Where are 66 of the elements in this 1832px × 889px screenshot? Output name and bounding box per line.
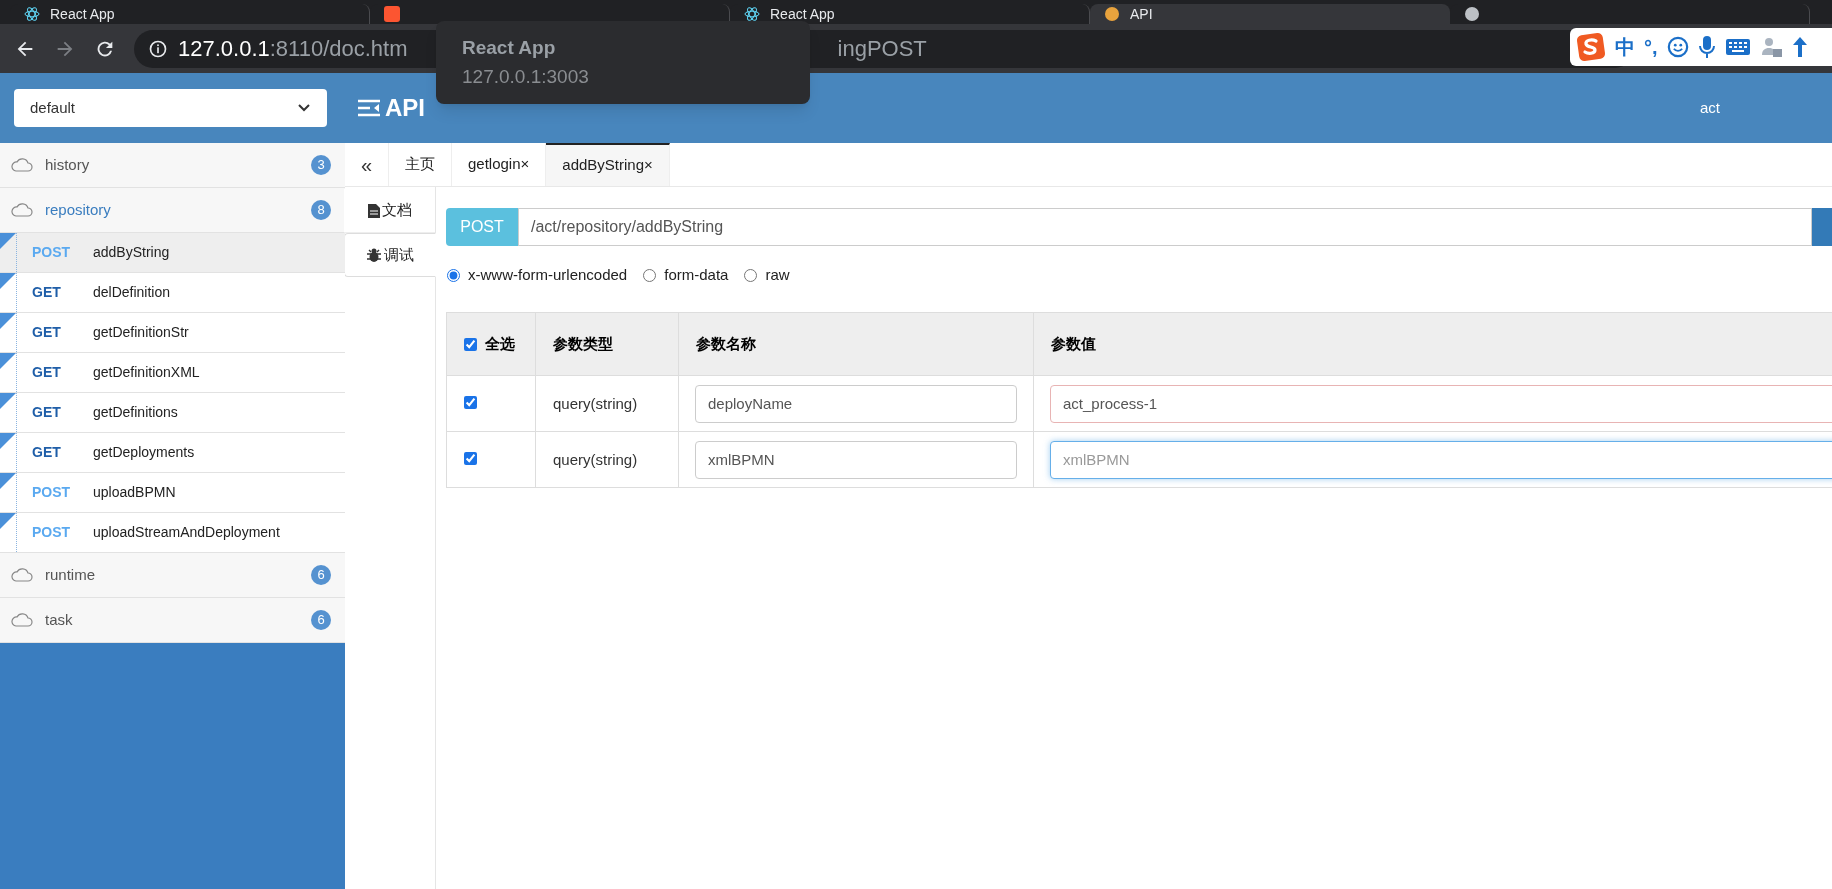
group-name: history bbox=[45, 154, 90, 175]
endpoint-name: getDeployments bbox=[93, 443, 195, 462]
value-field[interactable]: xmlBPMN bbox=[1050, 440, 1832, 479]
table-cell: query(string) bbox=[553, 450, 638, 468]
value-field[interactable]: act_process-1 bbox=[1050, 384, 1832, 423]
endpoint-name: getDefinitionXML bbox=[93, 363, 200, 382]
endpoint-item[interactable]: POST uploadBPMN bbox=[0, 473, 345, 513]
method-label: POST bbox=[32, 243, 72, 262]
group-name: runtime bbox=[45, 564, 96, 585]
count-badge: 3 bbox=[311, 155, 331, 175]
column-header: 参数名称 bbox=[696, 335, 756, 352]
method-label: GET bbox=[32, 283, 62, 302]
sidebar-group[interactable]: task 6 bbox=[0, 598, 345, 643]
app-title: API bbox=[385, 93, 425, 123]
endpoint-item[interactable]: GET delDefinition bbox=[0, 273, 345, 313]
endpoint-item[interactable]: POST addByString bbox=[0, 233, 345, 273]
method-label: GET bbox=[32, 323, 62, 342]
ime-punctuation[interactable]: °, bbox=[1644, 32, 1658, 62]
endpoint-item[interactable]: POST uploadStreamAndDeployment bbox=[0, 513, 345, 553]
endpoint-item[interactable]: GET getDefinitionStr bbox=[0, 313, 345, 353]
endpoint-name: uploadBPMN bbox=[93, 483, 176, 502]
tab-title: API bbox=[1130, 4, 1153, 24]
sidebar-group[interactable]: repository 8 bbox=[0, 188, 345, 233]
method-label: GET bbox=[32, 403, 62, 422]
browser-tab[interactable]: API bbox=[1090, 4, 1450, 24]
endpoint-name: getDefinitionStr bbox=[93, 323, 189, 342]
endpoint-name: uploadStreamAndDeployment bbox=[93, 523, 280, 542]
side-tab[interactable]: 文档 bbox=[344, 189, 435, 233]
endpoint-name: getDefinitions bbox=[93, 403, 178, 422]
endpoint-name: addByString bbox=[93, 243, 170, 262]
radio-label[interactable]: x-www-form-urlencoded bbox=[468, 263, 628, 287]
method-label: POST bbox=[32, 523, 72, 542]
endpoint-item[interactable]: GET getDefinitionXML bbox=[0, 353, 345, 393]
endpoint-item[interactable]: GET getDefinitions bbox=[0, 393, 345, 433]
method-label: GET bbox=[32, 443, 62, 462]
method-label: GET bbox=[32, 363, 62, 382]
count-badge: 8 bbox=[311, 200, 331, 220]
radio-label[interactable]: form-data bbox=[664, 263, 729, 287]
name-field[interactable]: deployName bbox=[695, 384, 1017, 423]
table-cell: query(string) bbox=[553, 394, 638, 412]
method-label: POST bbox=[32, 483, 72, 502]
doc-tab[interactable]: addByString× bbox=[546, 143, 670, 186]
count-badge: 6 bbox=[311, 610, 331, 630]
user-name[interactable]: act bbox=[1700, 96, 1720, 120]
tab-title: React App bbox=[50, 4, 115, 24]
name-field[interactable]: xmlBPMN bbox=[695, 440, 1017, 479]
sidebar-group[interactable]: runtime 6 bbox=[0, 553, 345, 598]
group-name: repository bbox=[45, 199, 111, 220]
column-header: 全选 bbox=[485, 333, 515, 354]
group-name: task bbox=[45, 609, 73, 630]
count-badge: 6 bbox=[311, 565, 331, 585]
endpoint-name: delDefinition bbox=[93, 283, 171, 302]
ime-mode[interactable]: 中 bbox=[1615, 32, 1635, 62]
url-text: ingPOST bbox=[837, 35, 927, 63]
tab-title: React App bbox=[770, 4, 835, 24]
url-field[interactable]: /act/repository/addByString bbox=[518, 208, 1812, 246]
url-text: 127.0.0.1:8110/doc.htm bbox=[178, 35, 408, 63]
column-header: 参数值 bbox=[1051, 335, 1096, 352]
sidebar-group[interactable]: history 3 bbox=[0, 143, 345, 188]
side-tab[interactable]: 调试 bbox=[344, 233, 436, 277]
endpoint-item[interactable]: GET getDeployments bbox=[0, 433, 345, 473]
radio-label[interactable]: raw bbox=[765, 263, 790, 287]
method-label: POST bbox=[446, 208, 518, 246]
group-select[interactable]: default bbox=[14, 89, 327, 127]
column-header: 参数类型 bbox=[553, 335, 613, 352]
tooltip-title: React App bbox=[462, 36, 557, 60]
